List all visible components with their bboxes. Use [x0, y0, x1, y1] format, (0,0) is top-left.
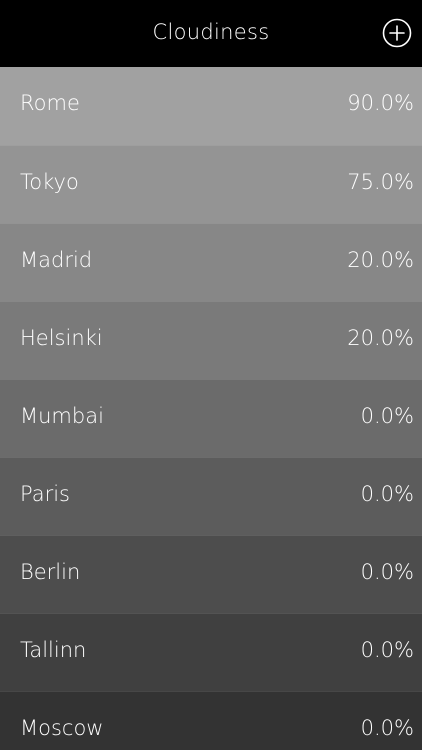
list-item[interactable]: Helsinki 20.0% — [0, 301, 422, 379]
list-item[interactable]: Berlin 0.0% — [0, 535, 422, 613]
city-name: Helsinki — [20, 326, 103, 350]
page-title: Cloudiness — [152, 20, 270, 44]
city-name: Rome — [20, 91, 80, 115]
city-name: Moscow — [20, 716, 104, 740]
city-name: Tokyo — [20, 170, 79, 194]
add-city-button[interactable] — [382, 18, 412, 48]
cloudiness-screen: Cloudiness Rome 90.0% Tokyo 75.0% Madrid… — [0, 0, 422, 750]
city-name: Madrid — [20, 248, 93, 272]
list-item[interactable]: Paris 0.0% — [0, 457, 422, 535]
navigation-bar: Cloudiness — [0, 0, 422, 67]
list-item[interactable]: Tallinn 0.0% — [0, 613, 422, 691]
list-item[interactable]: Mumbai 0.0% — [0, 379, 422, 457]
list-item[interactable]: Madrid 20.0% — [0, 223, 422, 301]
cloudiness-value: 0.0% — [360, 638, 414, 662]
cloudiness-value: 90.0% — [347, 91, 414, 115]
list-item[interactable]: Moscow 0.0% — [0, 691, 422, 750]
city-name: Mumbai — [20, 404, 104, 428]
cloudiness-value: 20.0% — [347, 248, 414, 272]
cloudiness-value: 0.0% — [360, 482, 414, 506]
cloudiness-value: 20.0% — [347, 326, 414, 350]
cloudiness-value: 0.0% — [360, 404, 414, 428]
cloudiness-value: 0.0% — [360, 716, 414, 740]
list-item[interactable]: Rome 90.0% — [0, 67, 422, 145]
city-name: Paris — [20, 482, 70, 506]
cloudiness-value: 75.0% — [347, 170, 414, 194]
city-name: Berlin — [20, 560, 81, 584]
list-item[interactable]: Tokyo 75.0% — [0, 145, 422, 223]
cloudiness-value: 0.0% — [360, 560, 414, 584]
city-name: Tallinn — [20, 638, 87, 662]
city-list: Rome 90.0% Tokyo 75.0% Madrid 20.0% Hels… — [0, 67, 422, 750]
plus-circle-icon — [382, 18, 412, 48]
